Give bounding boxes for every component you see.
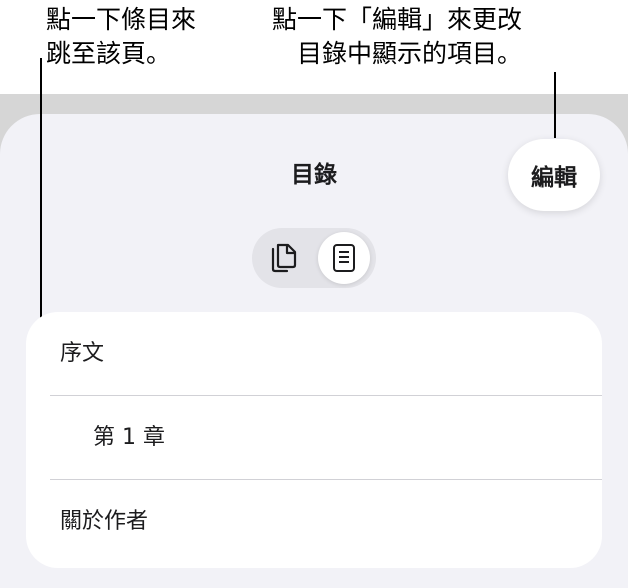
toc-entry-preface[interactable]: 序文 [26, 312, 602, 396]
table-of-contents-icon [333, 244, 355, 272]
pages-view-toggle[interactable] [258, 232, 310, 284]
callout-left-line1: 點一下條目來 [46, 5, 197, 34]
view-toggle [252, 228, 376, 288]
toc-entry-about-author[interactable]: 關於作者 [26, 480, 602, 564]
toc-entry-label: 第 1 章 [93, 425, 165, 450]
callout-tap-entry: 點一下條目來 跳至該頁。 [46, 3, 196, 71]
toc-entry-label: 關於作者 [60, 509, 149, 534]
callout-right-line1: 點一下「編輯」來更改 [272, 5, 523, 34]
callout-right-line2: 目錄中顯示的項目。 [297, 39, 523, 68]
toc-list: 序文 第 1 章 關於作者 [26, 312, 602, 568]
pages-thumbnail-icon [271, 243, 297, 273]
callout-tap-edit: 點一下「編輯」來更改 目錄中顯示的項目。 [272, 3, 522, 71]
toc-entry-chapter-1[interactable]: 第 1 章 [26, 396, 602, 480]
callout-right-leader-vertical [554, 72, 556, 138]
toc-view-toggle[interactable] [318, 232, 370, 284]
callout-left-line2: 跳至該頁。 [46, 39, 172, 68]
toc-entry-label: 序文 [60, 341, 105, 366]
edit-button[interactable]: 編輯 [508, 139, 600, 211]
